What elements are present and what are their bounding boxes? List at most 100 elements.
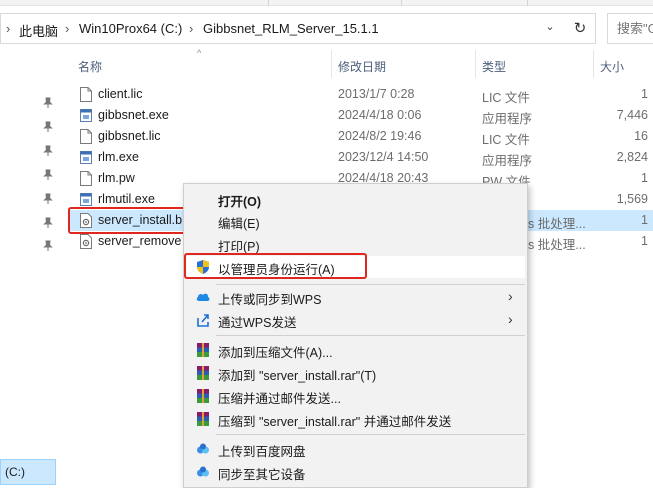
menu-item-label: 打开(O) xyxy=(218,195,262,209)
menu-item-add-rar[interactable]: 添加到 "server_install.rar"(T) xyxy=(186,362,525,384)
menu-separator xyxy=(216,335,525,336)
pin-icon[interactable] xyxy=(42,193,54,205)
address-bar[interactable]: › 此电脑 › Win10Prox64 (C:) › Gibbsnet_RLM_… xyxy=(0,13,596,44)
highlight-box-run-as-admin xyxy=(184,253,367,279)
column-divider[interactable] xyxy=(331,50,332,78)
menu-item-label: 编辑(E) xyxy=(218,217,260,231)
file-row[interactable]: gibbsnet.lic 2024/8/2 19:46 LIC 文件 16 xyxy=(70,126,653,147)
file-name: client.lic xyxy=(98,87,143,101)
file-type: ws 批处理... xyxy=(519,217,586,231)
file-name: rlm.exe xyxy=(98,150,139,164)
menu-separator xyxy=(216,284,525,285)
file-name: gibbsnet.lic xyxy=(98,129,161,143)
file-type: 应用程序 xyxy=(482,112,533,126)
chevron-down-icon[interactable]: ⌄ xyxy=(542,20,558,36)
file-size: 1 xyxy=(641,213,648,227)
menu-item-edit[interactable]: 编辑(E) xyxy=(186,210,525,232)
pin-icon[interactable] xyxy=(42,145,54,157)
ribbon-separator xyxy=(401,0,402,6)
breadcrumb-separator: › xyxy=(6,21,11,36)
file-row[interactable]: gibbsnet.exe 2024/4/18 0:06 应用程序 7,446 xyxy=(70,105,653,126)
search-box[interactable] xyxy=(607,13,653,44)
exe-icon xyxy=(80,193,92,206)
column-header-name[interactable]: 名称 xyxy=(78,58,102,75)
submenu-arrow-icon: › xyxy=(508,288,513,304)
winrar-icon xyxy=(197,412,209,426)
context-menu[interactable]: 打开(O) 编辑(E) 打印(P) 以管理员身份运行(A) 上传或同步到WPS … xyxy=(183,183,528,488)
nav-item-drive[interactable]: (C:) xyxy=(0,459,56,485)
file-date: 2013/1/7 0:28 xyxy=(338,87,415,101)
file-size: 1,569 xyxy=(616,192,648,206)
file-date: 2024/8/2 19:46 xyxy=(338,129,422,143)
share-icon xyxy=(197,314,209,327)
menu-item-open[interactable]: 打开(O) xyxy=(186,188,525,210)
menu-item-label: 上传或同步到WPS xyxy=(218,293,322,307)
file-type: ws 批处理... xyxy=(519,238,586,252)
file-row[interactable]: rlm.exe 2023/12/4 14:50 应用程序 2,824 xyxy=(70,147,653,168)
baidu-netdisk-icon xyxy=(197,443,209,454)
file-size: 2,824 xyxy=(616,150,648,164)
menu-item-label: 同步至其它设备 xyxy=(218,468,306,482)
pin-icon[interactable] xyxy=(42,217,54,229)
pin-icon[interactable] xyxy=(42,97,54,109)
batch-icon xyxy=(80,234,92,249)
search-input[interactable] xyxy=(608,14,653,43)
refresh-icon[interactable]: ↻ xyxy=(567,17,593,41)
breadcrumb-drive[interactable]: Win10Prox64 (C:) xyxy=(79,21,182,36)
column-header-type[interactable]: 类型 xyxy=(482,58,506,75)
breadcrumb-separator: › xyxy=(189,21,194,36)
column-divider[interactable] xyxy=(593,50,594,78)
column-header-size[interactable]: 大小 xyxy=(600,58,624,75)
menu-item-label: 上传到百度网盘 xyxy=(218,445,306,459)
file-type: LIC 文件 xyxy=(482,133,530,147)
winrar-icon xyxy=(197,366,209,380)
file-date: 2024/4/18 0:06 xyxy=(338,108,422,122)
highlight-box-file xyxy=(68,207,186,234)
menu-item-label: 通过WPS发送 xyxy=(218,316,297,330)
file-size: 1 xyxy=(641,234,648,248)
breadcrumb-folder[interactable]: Gibbsnet_RLM_Server_15.1.1 xyxy=(203,21,379,36)
exe-icon xyxy=(80,151,92,164)
exe-icon xyxy=(80,109,92,122)
file-name: rlm.pw xyxy=(98,171,135,185)
file-size: 7,446 xyxy=(616,108,648,122)
sort-caret-icon: ^ xyxy=(197,48,202,58)
ribbon-separator xyxy=(268,0,269,6)
menu-item-send-wps[interactable]: 通过WPS发送 › xyxy=(186,309,525,331)
file-size: 16 xyxy=(634,129,648,143)
menu-item-sync-devices[interactable]: 同步至其它设备 xyxy=(186,461,525,483)
menu-item-compress-rar-email[interactable]: 压缩到 "server_install.rar" 并通过邮件发送 xyxy=(186,408,525,430)
column-divider[interactable] xyxy=(475,50,476,78)
winrar-icon xyxy=(197,389,209,403)
navigation-pane[interactable] xyxy=(0,50,56,488)
file-size: 1 xyxy=(641,87,648,101)
pin-icon[interactable] xyxy=(42,121,54,133)
submenu-arrow-icon: › xyxy=(508,311,513,327)
winrar-icon xyxy=(197,343,209,357)
ribbon-strip xyxy=(0,0,653,6)
menu-item-label: 压缩并通过邮件发送... xyxy=(218,392,341,406)
menu-item-print[interactable]: 打印(P) xyxy=(186,233,525,255)
cloud-icon xyxy=(196,293,210,301)
file-type: LIC 文件 xyxy=(482,91,530,105)
file-name: server_remove xyxy=(98,234,182,248)
file-type: 应用程序 xyxy=(482,154,533,168)
file-name: gibbsnet.exe xyxy=(98,108,169,122)
column-header-date[interactable]: 修改日期 xyxy=(338,58,386,75)
breadcrumb-separator: › xyxy=(65,21,70,36)
document-icon xyxy=(80,87,92,102)
file-row[interactable]: client.lic 2013/1/7 0:28 LIC 文件 1 xyxy=(70,84,653,105)
menu-item-add-archive[interactable]: 添加到压缩文件(A)... xyxy=(186,339,525,361)
menu-separator xyxy=(216,434,525,435)
ribbon-separator xyxy=(527,0,528,6)
file-date: 2023/12/4 14:50 xyxy=(338,150,429,164)
pin-icon[interactable] xyxy=(42,240,54,252)
menu-item-compress-email[interactable]: 压缩并通过邮件发送... xyxy=(186,385,525,407)
menu-item-upload-wps[interactable]: 上传或同步到WPS › xyxy=(186,286,525,308)
file-name: rlmutil.exe xyxy=(98,192,155,206)
menu-item-upload-baidu[interactable]: 上传到百度网盘 xyxy=(186,438,525,460)
breadcrumb-this-pc[interactable]: 此电脑 xyxy=(19,21,58,40)
pin-icon[interactable] xyxy=(42,169,54,181)
menu-item-label: 压缩到 "server_install.rar" 并通过邮件发送 xyxy=(218,415,452,429)
menu-item-label: 添加到压缩文件(A)... xyxy=(218,346,333,360)
